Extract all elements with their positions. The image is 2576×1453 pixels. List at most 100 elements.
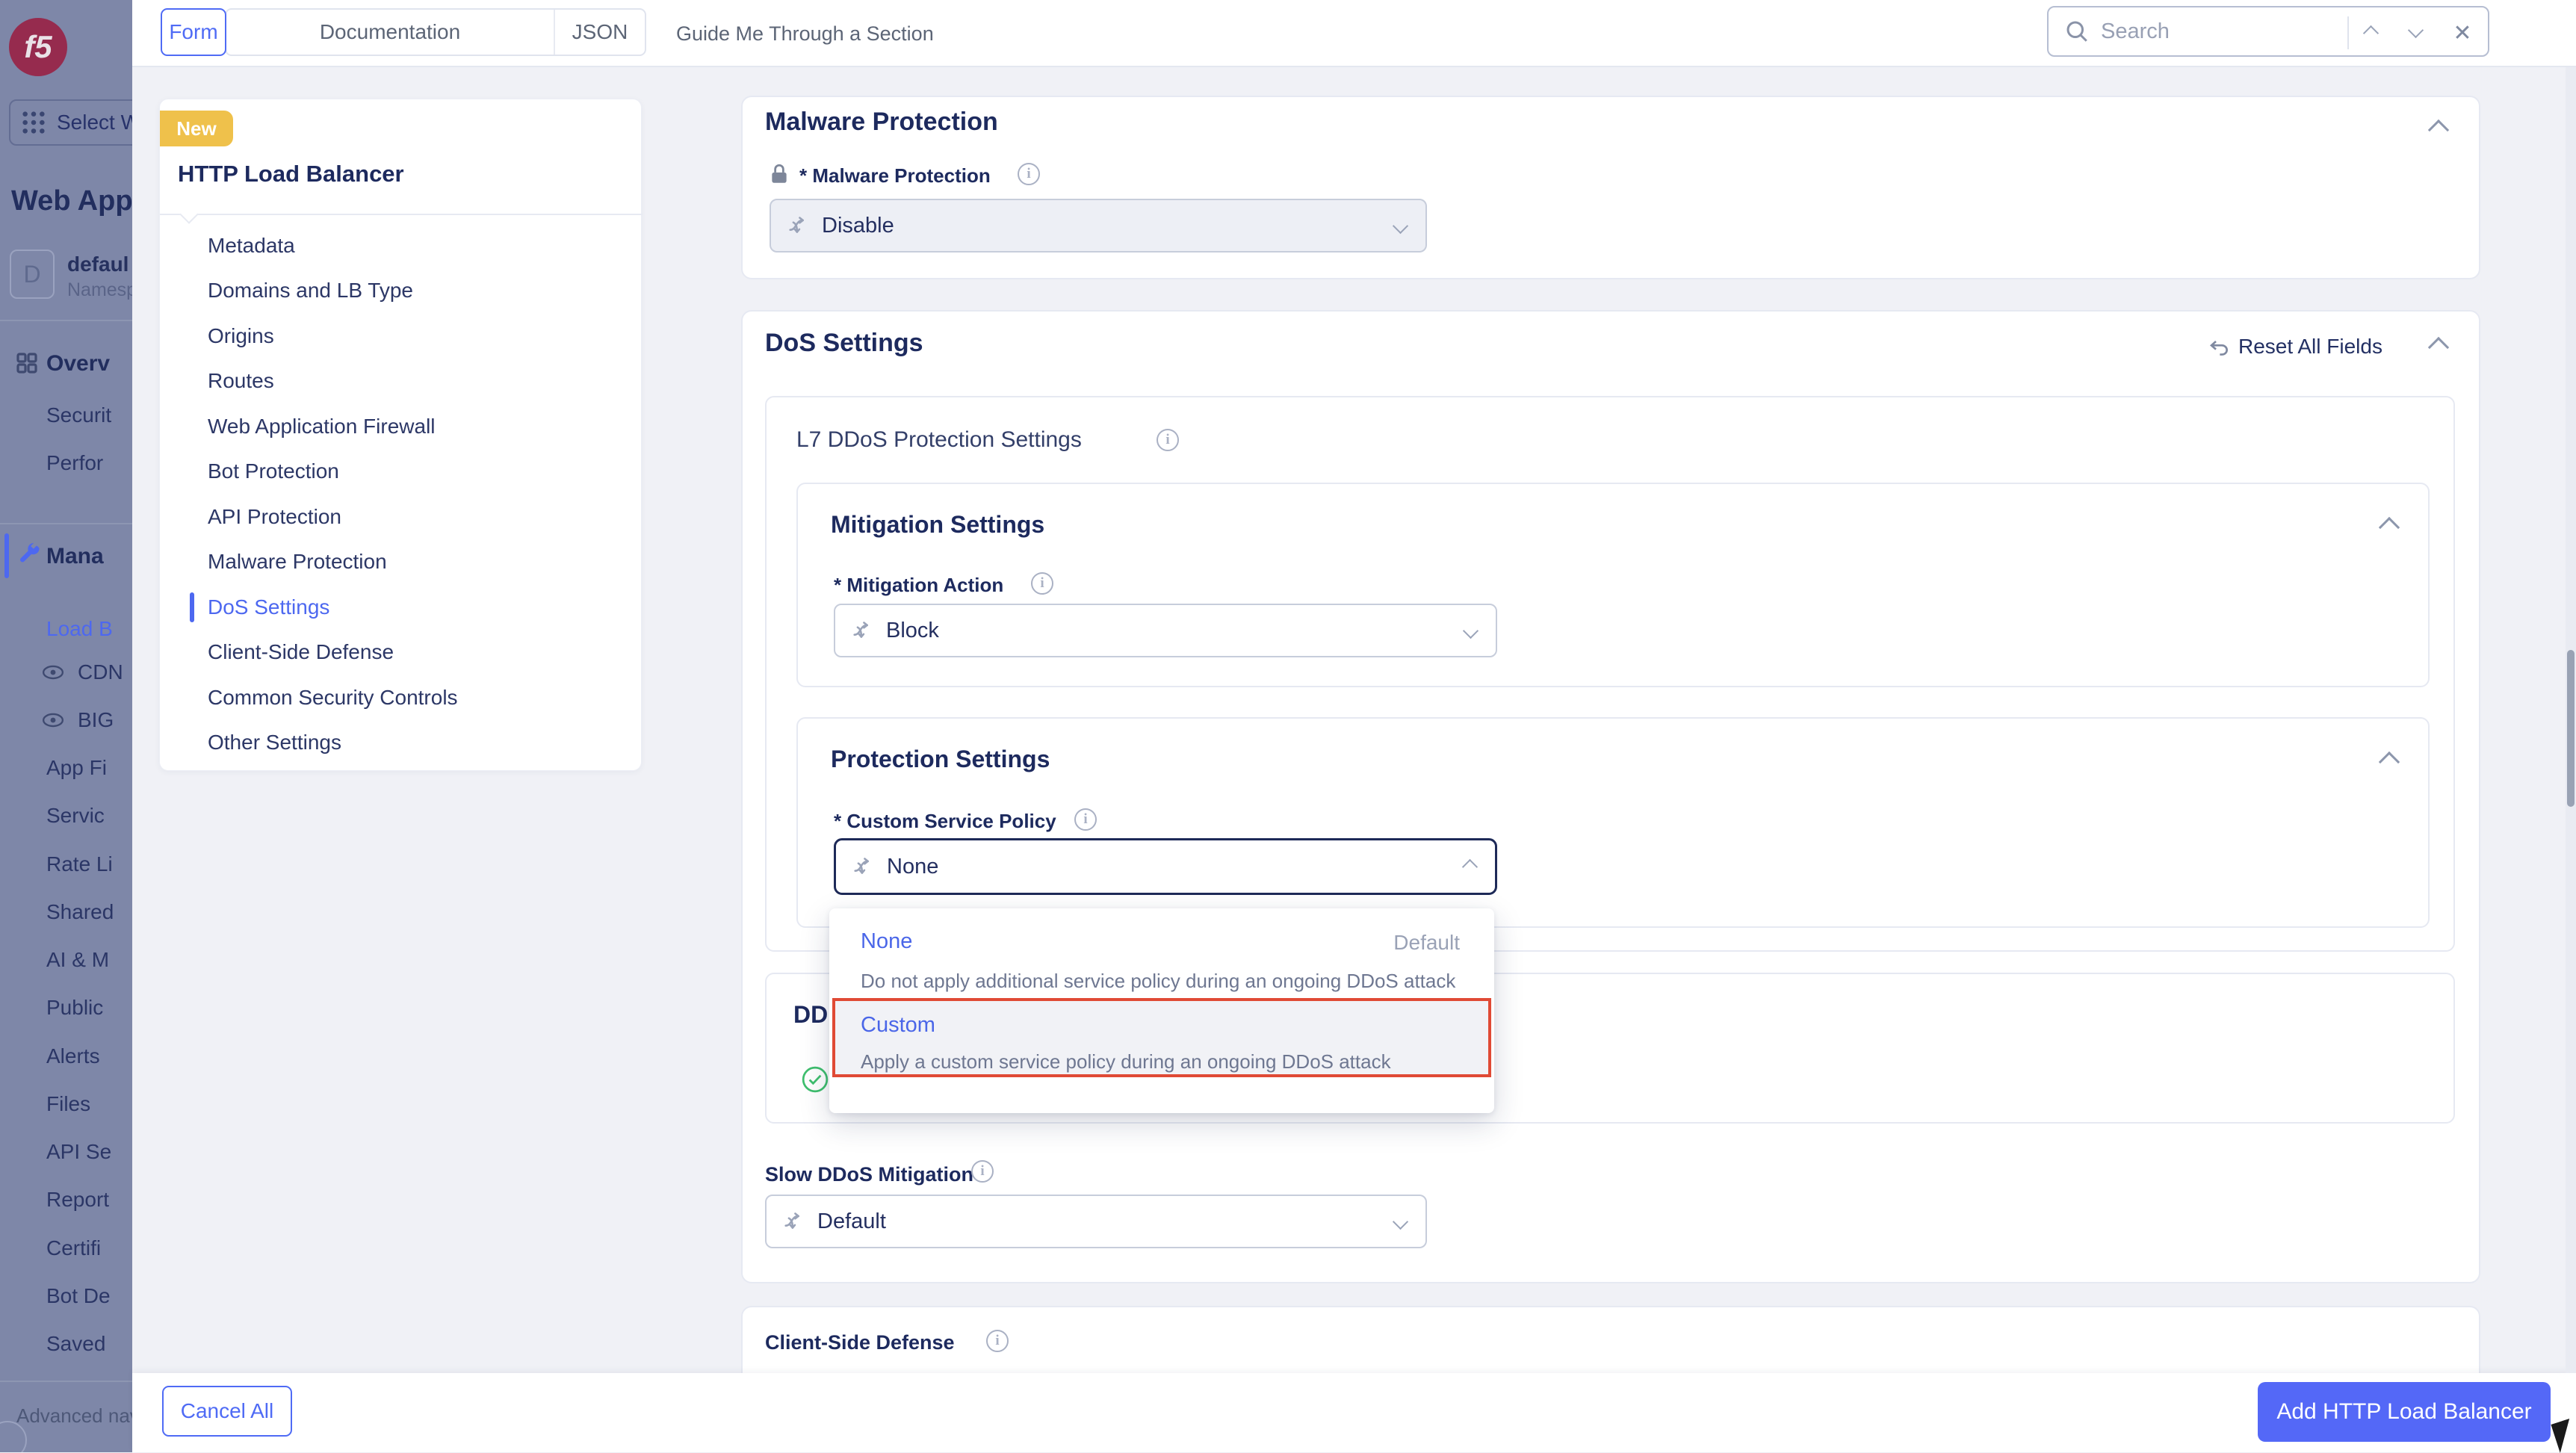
select-value: Block (886, 619, 939, 643)
form-topbar: Form Documentation JSON Guide Me Through… (132, 0, 2576, 67)
info-icon[interactable]: i (1018, 163, 1040, 185)
info-icon[interactable]: i (1031, 572, 1053, 595)
select-value: Disable (822, 214, 894, 238)
overview-grid-icon (15, 351, 39, 375)
form-title: HTTP Load Balancer (178, 161, 404, 188)
option-none[interactable]: None (861, 929, 912, 954)
select-workspace-button[interactable]: Select W (9, 99, 132, 146)
collapse-section-icon[interactable] (2379, 752, 2400, 772)
nav-collapse-notch[interactable] (179, 205, 198, 223)
search-icon (2063, 18, 2090, 45)
tab-json[interactable]: JSON (555, 10, 645, 55)
grid-dots-icon (21, 110, 46, 135)
option-custom[interactable]: Custom (861, 1013, 935, 1038)
eye-icon (42, 665, 64, 680)
info-icon[interactable]: i (971, 1160, 994, 1183)
mitigation-action-select[interactable]: Block (834, 604, 1497, 657)
sidebar-item-overview[interactable]: Overv (46, 351, 110, 377)
info-icon[interactable]: i (1074, 808, 1097, 831)
custom-service-policy-select[interactable]: None (834, 838, 1497, 895)
sidebar-item-public[interactable]: Public (46, 996, 103, 1020)
nav-active-bar (190, 592, 194, 622)
sidebar-item-app-firewall[interactable]: App Fi (46, 756, 107, 780)
info-icon[interactable]: i (986, 1330, 1009, 1352)
collapse-section-icon[interactable] (2428, 120, 2449, 140)
nav-item-domains[interactable]: Domains and LB Type (208, 268, 413, 313)
nav-item-other-settings[interactable]: Other Settings (208, 720, 341, 765)
avatar-letter: D (23, 261, 40, 288)
scrollbar-track[interactable] (2566, 67, 2576, 1373)
workspace-title: Web App (11, 185, 132, 217)
info-icon[interactable]: i (1157, 429, 1179, 451)
sidebar-item-alerts[interactable]: Alerts (46, 1044, 100, 1068)
view-tab-group: Documentation JSON (225, 8, 646, 56)
tab-documentation[interactable]: Documentation (226, 10, 555, 55)
add-http-lb-button[interactable]: Add HTTP Load Balancer (2258, 1382, 2551, 1442)
guide-me-link[interactable]: Guide Me Through a Section (676, 0, 934, 67)
search-close-icon[interactable]: ✕ (2443, 7, 2482, 58)
dos-settings-card: DoS Settings Reset All Fields L7 DDoS Pr… (741, 310, 2480, 1283)
nav-item-api-protection[interactable]: API Protection (208, 495, 341, 539)
nav-item-client-side-defense[interactable]: Client-Side Defense (208, 630, 394, 675)
nav-item-metadata[interactable]: Metadata (208, 223, 295, 268)
sidebar-item-certificates[interactable]: Certifi (46, 1236, 101, 1260)
search-next-icon[interactable] (2396, 7, 2435, 58)
cancel-all-button[interactable]: Cancel All (162, 1386, 292, 1437)
option-custom-highlighted[interactable]: Custom Apply a custom service policy dur… (832, 998, 1491, 1077)
slow-ddos-label: Slow DDoS Mitigation (765, 1163, 973, 1186)
sidebar-item-saved[interactable]: Saved (46, 1332, 105, 1356)
custom-service-policy-label: * Custom Service Policy (834, 810, 1056, 833)
select-value: None (887, 855, 938, 879)
sidebar-item-bot-defense[interactable]: Bot De (46, 1284, 111, 1308)
sidebar-item-manage[interactable]: Mana (46, 544, 104, 569)
sidebar-item-reports[interactable]: Report (46, 1188, 109, 1212)
client-side-title: Client-Side Defense (765, 1331, 955, 1354)
malware-field-label: * Malware Protection (799, 164, 991, 188)
sidebar-item-performance[interactable]: Perfor (46, 451, 103, 475)
chevron-up-icon (1462, 858, 1478, 874)
sidebar-item-load-balancers[interactable]: Load B (46, 617, 113, 641)
sidebar-item-service[interactable]: Servic (46, 804, 105, 828)
nav-item-origins[interactable]: Origins (208, 314, 274, 359)
active-section-bar (4, 533, 9, 578)
reset-all-fields-button[interactable]: Reset All Fields (2238, 335, 2383, 359)
nav-item-dos-settings[interactable]: DoS Settings (208, 585, 329, 630)
tab-form-label: Form (169, 20, 217, 44)
scrollbar-thumb[interactable] (2567, 650, 2575, 807)
nav-item-common-security[interactable]: Common Security Controls (208, 675, 458, 720)
collapse-section-icon[interactable] (2428, 337, 2449, 358)
sidebar-item-files[interactable]: Files (46, 1092, 90, 1116)
sidebar-item-cdn[interactable]: CDN (78, 660, 123, 684)
nav-item-waf[interactable]: Web Application Firewall (208, 404, 436, 449)
advanced-nav-label[interactable]: Advanced nav (16, 1404, 132, 1428)
form-section-nav: New HTTP Load Balancer Metadata Domains … (159, 99, 642, 771)
option-none-tag: Default (1393, 931, 1460, 955)
sidebar-item-security[interactable]: Securit (46, 403, 111, 427)
divider (160, 214, 643, 215)
chevron-down-icon (1393, 1213, 1408, 1229)
namespace-sub: Namesp (67, 279, 132, 301)
nav-item-malware-protection[interactable]: Malware Protection (208, 539, 387, 584)
search-prev-icon[interactable] (2351, 7, 2390, 58)
namespace-avatar[interactable]: D (10, 250, 55, 299)
tab-form[interactable]: Form (161, 8, 226, 56)
nav-item-bot-protection[interactable]: Bot Protection (208, 449, 339, 494)
l7-ddos-title: L7 DDoS Protection Settings (796, 427, 1082, 453)
protection-title: Protection Settings (831, 746, 1050, 773)
sidebar-item-bigip[interactable]: BIG (78, 708, 114, 732)
check-circle-icon[interactable] (801, 1065, 829, 1094)
search-input[interactable]: Search ✕ (2047, 6, 2489, 57)
slow-ddos-select[interactable]: Default (765, 1195, 1427, 1248)
sidebar-item-ai-ml[interactable]: AI & M (46, 948, 109, 972)
lock-icon (770, 163, 789, 185)
malware-protection-card: Malware Protection * Malware Protection … (741, 96, 2480, 279)
sidebar-item-api-security[interactable]: API Se (46, 1140, 111, 1164)
sidebar-item-shared[interactable]: Shared (46, 900, 114, 924)
malware-protection-select[interactable]: Disable (770, 199, 1427, 253)
sidebar-item-rate-limit[interactable]: Rate Li (46, 852, 113, 876)
nav-item-routes[interactable]: Routes (208, 359, 274, 403)
f5-logo[interactable]: f5 (9, 18, 67, 76)
collapse-section-icon[interactable] (2379, 517, 2400, 538)
branch-icon (781, 1209, 807, 1234)
namespace-name[interactable]: defaul (67, 253, 129, 276)
